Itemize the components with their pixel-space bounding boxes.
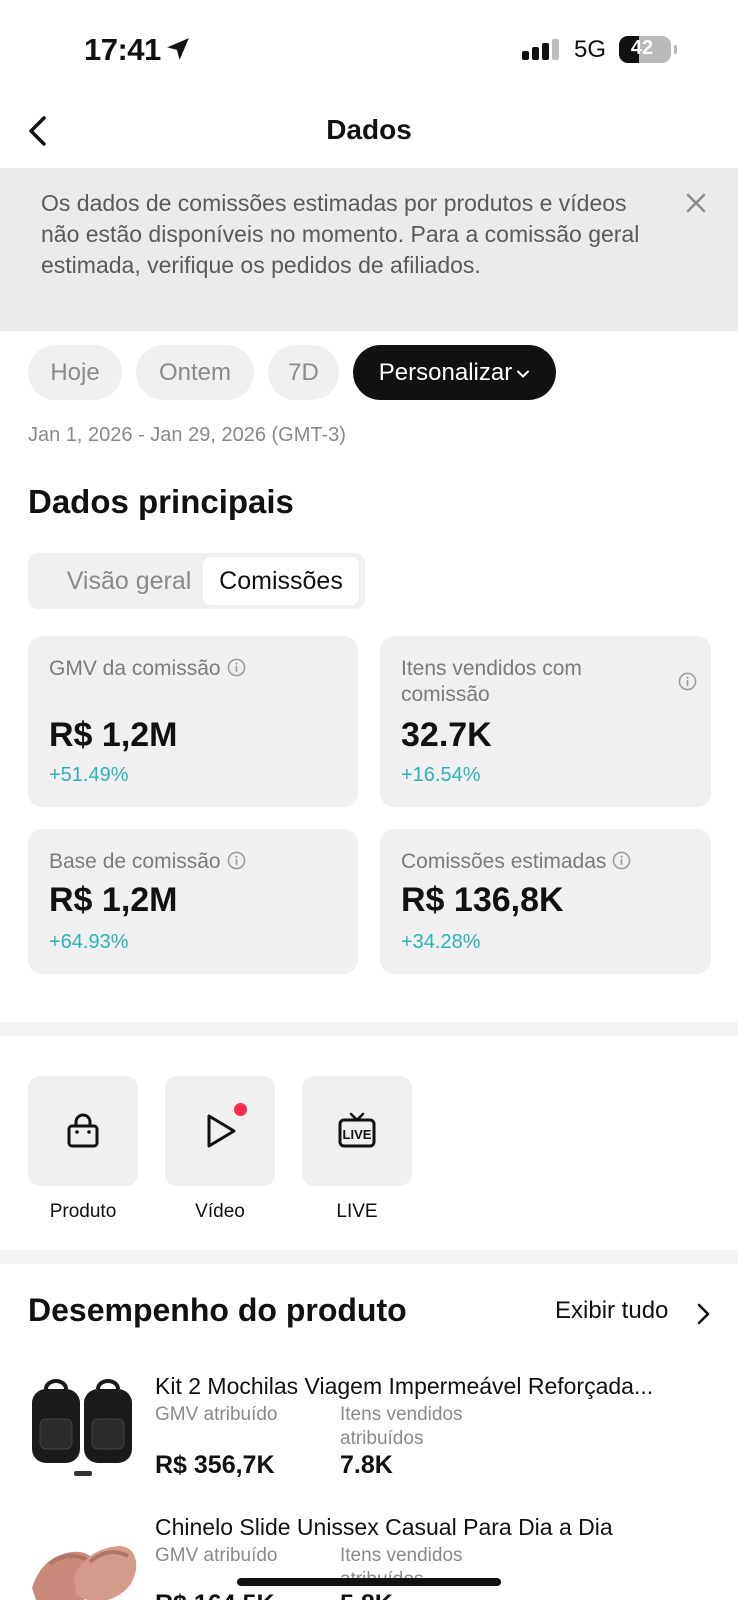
play-icon (207, 1114, 236, 1148)
product-image-backpacks[interactable] (28, 1375, 140, 1487)
product-items-label: Itens vendidos atribuídos (340, 1404, 463, 1449)
backpack-image (28, 1375, 140, 1487)
product-items-label: Itens vendidos atribuídos (340, 1545, 463, 1590)
close-icon[interactable] (683, 190, 709, 216)
network-type: 5G (574, 36, 607, 63)
category-live-label: LIVE (336, 1201, 378, 1222)
section-divider (0, 1022, 738, 1036)
live-tv-icon: LIVE (338, 1112, 376, 1148)
chip-hoje[interactable]: Hoje (28, 345, 122, 400)
section-divider (0, 1250, 738, 1264)
battery-level: 42 (630, 37, 654, 59)
section-title-main-data: Dados principais (28, 483, 294, 520)
info-icon[interactable] (678, 672, 697, 691)
metric-change: +16.54% (401, 764, 481, 786)
metric-label: Itens vendidos com comissão (401, 657, 582, 706)
product-values-clip: R$ 164,5K 5.8K (155, 1590, 715, 1600)
category-video-button[interactable] (165, 1076, 275, 1186)
metric-change: +51.49% (49, 764, 129, 786)
product-gmv-value: R$ 164,5K (155, 1590, 275, 1600)
status-bar: 17:41 5G 42 (0, 0, 738, 100)
metric-card-items-sold[interactable]: Itens vendidos com comissão 32.7K +16.54… (380, 636, 711, 807)
notification-dot (234, 1103, 247, 1116)
chip-personalizar[interactable]: Personalizar (353, 345, 556, 400)
page-title: Dados (326, 114, 412, 145)
status-time: 17:41 (84, 32, 161, 67)
info-icon[interactable] (612, 851, 631, 870)
product-name[interactable]: Kit 2 Mochilas Viagem Impermeável Reforç… (155, 1373, 715, 1400)
product-gmv-label: GMV atribuído (155, 1404, 278, 1425)
cellular-signal-icon (522, 39, 559, 60)
product-items-value: 5.8K (340, 1590, 393, 1600)
home-indicator[interactable] (237, 1578, 501, 1586)
notice-text: Os dados de comissões estimadas por prod… (41, 190, 640, 278)
metric-value: 32.7K (401, 716, 492, 754)
metric-change: +64.93% (49, 931, 129, 953)
product-name[interactable]: Chinelo Slide Unissex Casual Para Dia a … (155, 1514, 715, 1541)
metric-label: Base de comissão (49, 849, 246, 875)
chip-personalizar-label: Personalizar (378, 359, 513, 386)
location-arrow-icon (167, 38, 189, 60)
info-icon[interactable] (227, 658, 246, 677)
category-produto-label: Produto (49, 1201, 117, 1222)
chip-7d[interactable]: 7D (268, 345, 339, 400)
info-icon[interactable] (227, 851, 246, 870)
chip-ontem[interactable]: Ontem (136, 345, 254, 400)
product-gmv-label: GMV atribuído (155, 1545, 278, 1566)
metric-value: R$ 1,2M (49, 716, 178, 754)
metric-label: Comissões estimadas (401, 849, 631, 875)
metric-value: R$ 1,2M (49, 881, 178, 919)
metric-value: R$ 136,8K (401, 881, 564, 919)
shopping-bag-icon (67, 1113, 99, 1148)
product-image-slides[interactable] (28, 1516, 140, 1600)
tab-visao-geral[interactable]: Visão geral (34, 557, 224, 605)
battery-icon: 42 (619, 36, 677, 63)
category-live-button[interactable]: LIVE (302, 1076, 412, 1186)
nav-bar: Dados (0, 100, 738, 168)
category-video-label: Vídeo (195, 1201, 245, 1222)
metric-label: GMV da comissão (49, 656, 246, 682)
tab-comissoes[interactable]: Comissões (203, 557, 359, 605)
metric-change: +34.28% (401, 931, 481, 953)
slide-sandal-image (28, 1516, 140, 1600)
chevron-right-icon[interactable] (693, 1301, 713, 1327)
notice-banner: Os dados de comissões estimadas por prod… (0, 168, 738, 331)
product-gmv-value: R$ 356,7K (155, 1451, 275, 1479)
metric-card-gmv[interactable]: GMV da comissão R$ 1,2M +51.49% (28, 636, 358, 807)
chevron-down-icon (517, 370, 530, 378)
product-items-value: 7.8K (340, 1451, 393, 1479)
segmented-control: Visão geral Comissões (28, 553, 365, 609)
date-range: Jan 1, 2026 - Jan 29, 2026 (GMT-3) (28, 424, 346, 446)
category-produto-button[interactable] (28, 1076, 138, 1186)
metric-card-estimated-commissions[interactable]: Comissões estimadas R$ 136,8K +34.28% (380, 829, 711, 974)
see-all-link[interactable]: Exibir tudo (555, 1297, 668, 1325)
metric-card-commission-base[interactable]: Base de comissão R$ 1,2M +64.93% (28, 829, 358, 974)
svg-text:LIVE: LIVE (343, 1127, 372, 1142)
section-title-product-performance: Desempenho do produto (28, 1292, 407, 1328)
